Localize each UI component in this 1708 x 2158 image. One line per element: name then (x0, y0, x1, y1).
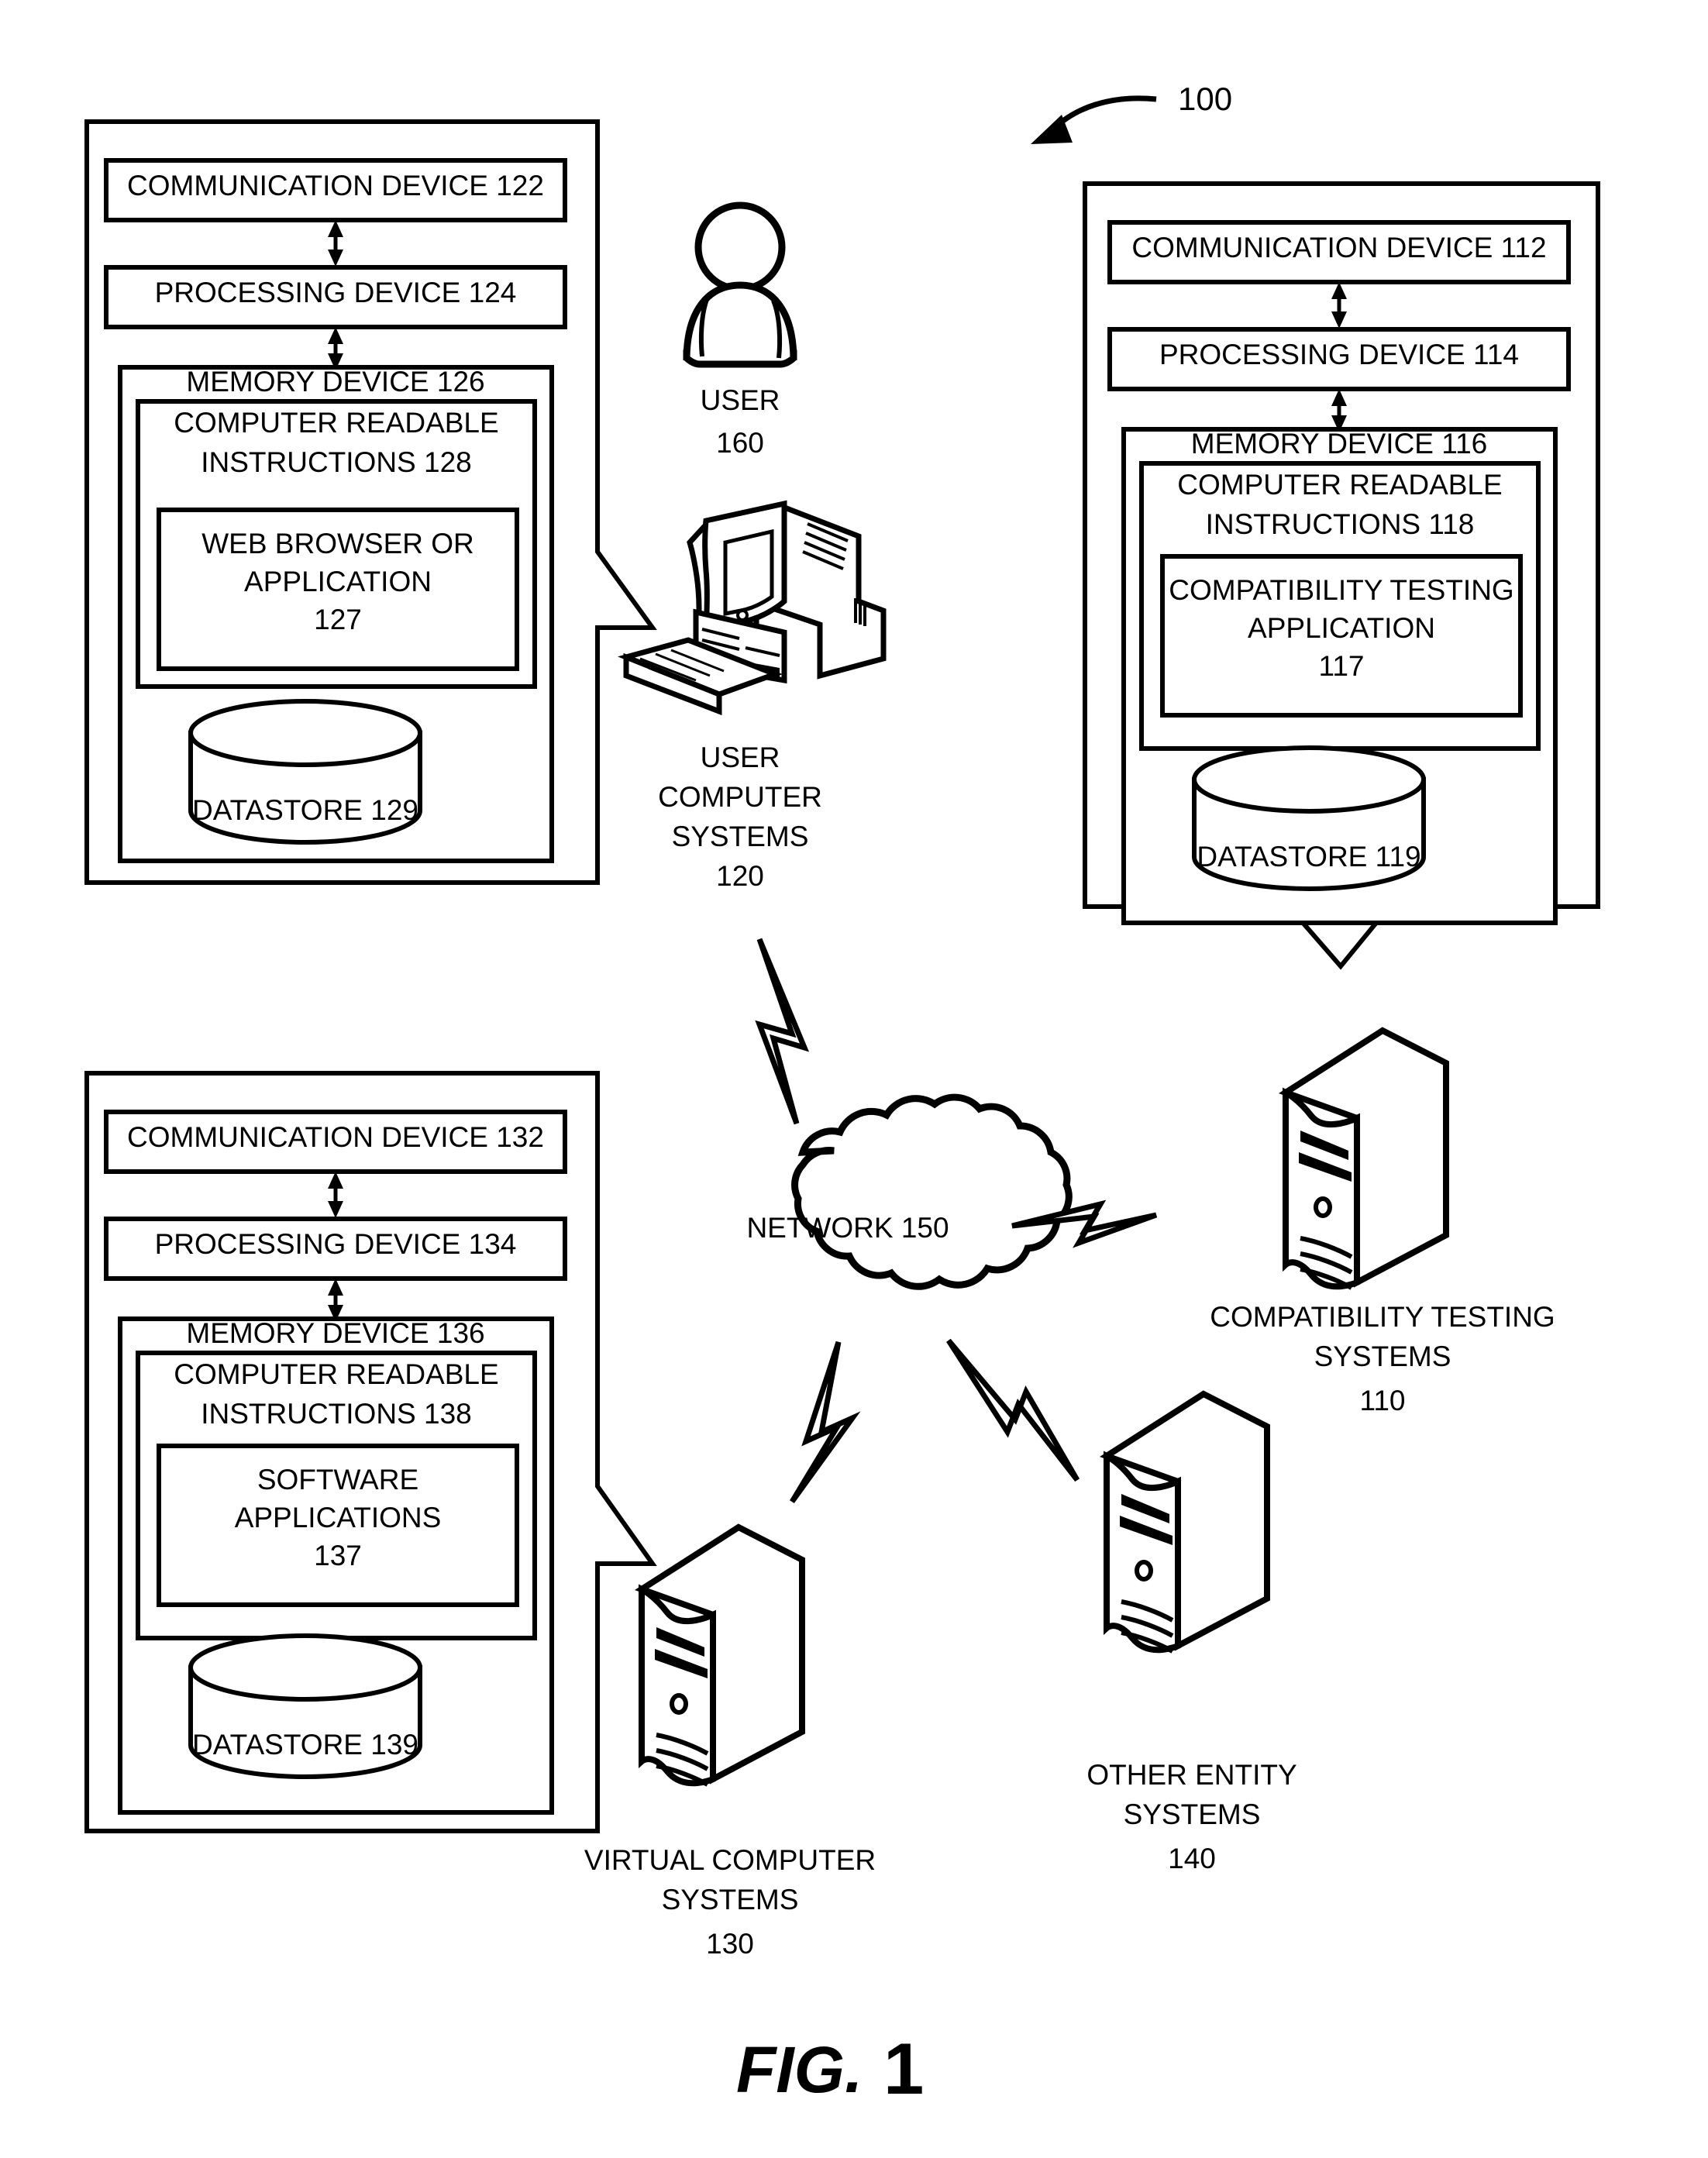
processing-device-134-label: PROCESSING DEVICE 134 (155, 1228, 517, 1260)
application-117-label-line2: APPLICATION (1248, 612, 1435, 644)
vcs-130-ref: 130 (706, 1928, 754, 1960)
oes-140-label-line1: OTHER ENTITY (1086, 1759, 1296, 1791)
cts-110-label-line2: SYSTEMS (1314, 1341, 1451, 1372)
user-160-label: USER (701, 384, 780, 416)
cts-110-label-line1: COMPATIBILITY TESTING (1210, 1301, 1555, 1333)
vcs-130-label-line1: VIRTUAL COMPUTER (584, 1844, 876, 1876)
person-icon (683, 201, 797, 368)
lightning-bolt-network-to-vcs (790, 1341, 861, 1504)
ucs-120-ref: 120 (716, 860, 764, 892)
datastore-119-label: DATASTORE 119 (1197, 841, 1420, 872)
communication-device-132-label: COMMUNICATION DEVICE 132 (127, 1121, 544, 1153)
application-127-ref: 127 (314, 604, 362, 635)
cloud-icon (791, 1093, 1073, 1290)
cri-138-label-line1: COMPUTER READABLE (174, 1358, 498, 1390)
vcs-130-label-line2: SYSTEMS (662, 1884, 799, 1915)
lightning-bolt-network-to-oes (946, 1338, 1080, 1482)
server-tower-icon-compatibility-testing (1278, 1027, 1449, 1290)
ucs-120-label-line2: COMPUTER (658, 781, 822, 813)
application-137-label-line1: SOFTWARE (257, 1464, 418, 1495)
server-tower-icon-other-entity (1099, 1390, 1270, 1654)
communication-device-122-label: COMMUNICATION DEVICE 122 (127, 170, 544, 201)
cri-128-label-line1: COMPUTER READABLE (174, 407, 498, 439)
application-117-label-line1: COMPATIBILITY TESTING (1169, 574, 1513, 606)
figure-caption-prefix: FIG. (736, 2033, 863, 2106)
cts-110-ref: 110 (1360, 1385, 1406, 1416)
memory-device-126-label: MEMORY DEVICE 126 (186, 366, 484, 398)
network-150-label: NETWORK 150 (746, 1212, 949, 1244)
application-137-ref: 137 (314, 1540, 362, 1571)
cri-118-label-line2: INSTRUCTIONS 118 (1206, 508, 1475, 540)
server-tower-icon-virtual-computer (634, 1523, 805, 1787)
system-reference-number: 100 (1178, 81, 1232, 117)
communication-device-112-label: COMMUNICATION DEVICE 112 (1131, 232, 1546, 263)
cri-138-label-line2: INSTRUCTIONS 138 (201, 1398, 472, 1430)
processing-device-114-label: PROCESSING DEVICE 114 (1159, 339, 1519, 370)
oes-140-label-line2: SYSTEMS (1124, 1798, 1261, 1830)
oes-140-ref: 140 (1168, 1843, 1216, 1874)
application-127-label-line1: WEB BROWSER OR (201, 528, 474, 559)
datastore-139-label: DATASTORE 139 (192, 1729, 418, 1760)
lightning-bolt-user-to-network (755, 938, 810, 1125)
cri-118-label-line1: COMPUTER READABLE (1177, 469, 1502, 501)
ucs-120-label-line3: SYSTEMS (672, 821, 809, 852)
memory-device-136-label: MEMORY DEVICE 136 (186, 1317, 484, 1349)
desktop-computer-icon (618, 500, 887, 716)
datastore-129-label: DATASTORE 129 (192, 794, 418, 826)
user-160-ref: 160 (716, 427, 764, 459)
system-100-callout (1031, 95, 1157, 144)
memory-device-116-label: MEMORY DEVICE 116 (1191, 428, 1487, 459)
application-117-ref: 117 (1319, 650, 1365, 682)
ucs-120-label-line1: USER (701, 742, 780, 773)
cri-128-label-line2: INSTRUCTIONS 128 (201, 446, 472, 478)
patent-figure-1: 100 COMMUNICATION DEVICE 122 PROCESSING … (0, 0, 1708, 2158)
application-137-label-line2: APPLICATIONS (235, 1502, 442, 1533)
diagram-canvas: 100 COMMUNICATION DEVICE 122 PROCESSING … (84, 81, 1600, 2109)
application-127-label-line2: APPLICATION (244, 566, 432, 597)
processing-device-124-label: PROCESSING DEVICE 124 (155, 277, 517, 308)
figure-caption-number: 1 (883, 2028, 924, 2109)
